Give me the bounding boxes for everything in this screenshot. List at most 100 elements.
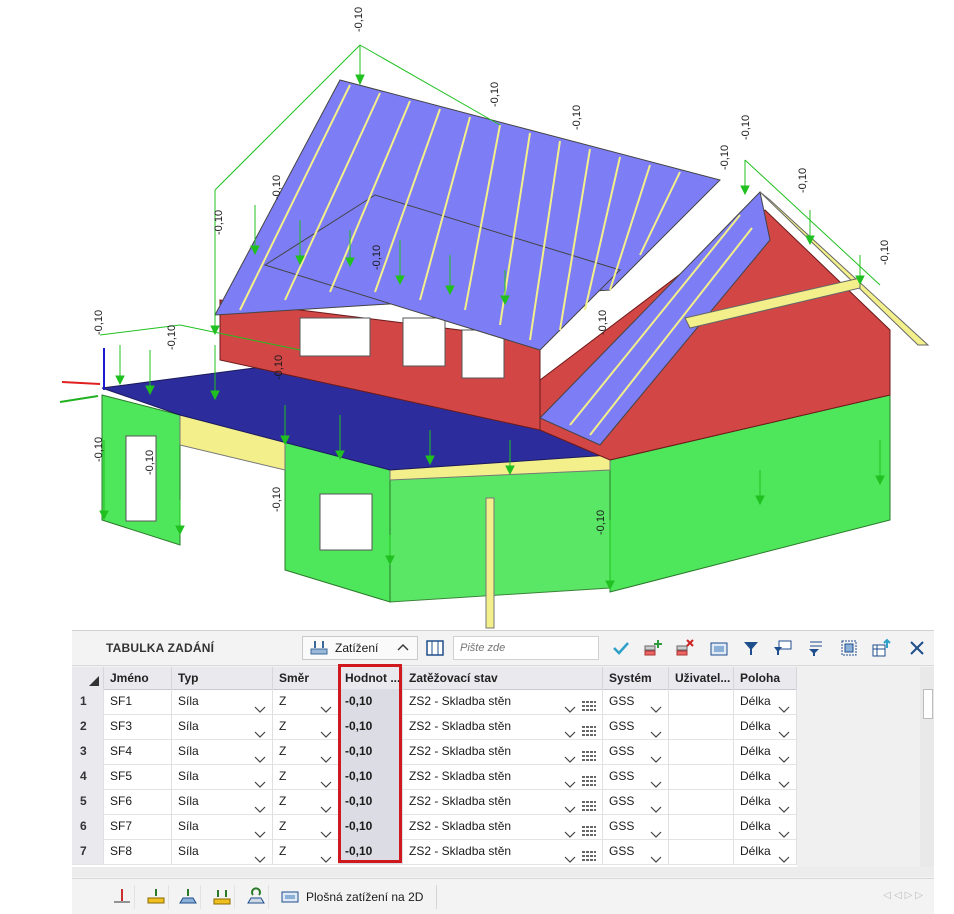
table-row[interactable]: 2 SF3 Síla Z -0,10 ZS2 - Skladba stěn GSS Délka: [72, 714, 797, 740]
delete-row-icon[interactable]: [674, 637, 696, 659]
cell-type[interactable]: Síla: [172, 714, 273, 739]
table-row[interactable]: 1 SF1 Síla Z -0,10 ZS2 - Skladba stěn GSS Délka: [72, 689, 797, 715]
cell-name[interactable]: SF3: [104, 714, 172, 739]
load-case-list-icon[interactable]: [582, 846, 596, 864]
chevron-down-icon[interactable]: [778, 748, 790, 764]
table-row[interactable]: 6 SF7 Síla Z -0,10 ZS2 - Skladba stěn GSS Délka: [72, 814, 797, 840]
chevron-down-icon[interactable]: [564, 723, 576, 739]
chevron-down-icon[interactable]: [778, 848, 790, 864]
cell-load-case[interactable]: ZS2 - Skladba stěn: [403, 789, 603, 814]
cell-name[interactable]: SF6: [104, 789, 172, 814]
chevron-down-icon[interactable]: [254, 848, 266, 864]
cell-load-case[interactable]: ZS2 - Skladba stěn: [403, 739, 603, 764]
chevron-down-icon[interactable]: [564, 823, 576, 839]
cell-direction[interactable]: Z: [273, 839, 339, 864]
cell-type[interactable]: Síla: [172, 689, 273, 714]
cell-position[interactable]: Délka: [734, 814, 797, 839]
cell-load-case[interactable]: ZS2 - Skladba stěn: [403, 839, 603, 864]
chevron-down-icon[interactable]: [778, 773, 790, 789]
cell-position[interactable]: Délka: [734, 714, 797, 739]
surface-load-icon[interactable]: [176, 885, 201, 909]
chevron-down-icon[interactable]: [564, 698, 576, 714]
chevron-down-icon[interactable]: [320, 723, 332, 739]
col-header-load-case[interactable]: Zatěžovací stav: [403, 667, 603, 689]
line-load-icon[interactable]: [144, 885, 169, 909]
surface-loads-to-2d-button[interactable]: Plošná zatížení na 2D: [280, 885, 437, 909]
chevron-down-icon[interactable]: [564, 748, 576, 764]
cell-name[interactable]: SF7: [104, 814, 172, 839]
page-nav-icon[interactable]: ◁◁▷▷: [883, 890, 926, 901]
cell-name[interactable]: SF4: [104, 739, 172, 764]
cell-direction[interactable]: Z: [273, 814, 339, 839]
add-row-icon[interactable]: [642, 637, 664, 659]
cell-direction[interactable]: Z: [273, 789, 339, 814]
cell-system[interactable]: GSS: [603, 789, 669, 814]
cell-load-case[interactable]: ZS2 - Skladba stěn: [403, 689, 603, 714]
chevron-down-icon[interactable]: [778, 723, 790, 739]
table-row[interactable]: 5 SF6 Síla Z -0,10 ZS2 - Skladba stěn GSS Délka: [72, 789, 797, 815]
check-icon[interactable]: [610, 637, 632, 659]
cell-type[interactable]: Síla: [172, 839, 273, 864]
col-header-position[interactable]: Poloha: [734, 667, 797, 689]
cell-type[interactable]: Síla: [172, 814, 273, 839]
chevron-down-icon[interactable]: [254, 823, 266, 839]
chevron-down-icon[interactable]: [650, 798, 662, 814]
cell-type[interactable]: Síla: [172, 764, 273, 789]
cell-type[interactable]: Síla: [172, 739, 273, 764]
load-case-list-icon[interactable]: [582, 771, 596, 789]
cell-system[interactable]: GSS: [603, 814, 669, 839]
model-viewport[interactable]: -0,10 -0,10 -0,10 -0,10 -0,10 -0,10 -0,1…: [0, 0, 954, 630]
cell-user[interactable]: [669, 714, 734, 739]
load-type-dropdown[interactable]: Zatížení: [302, 636, 418, 660]
chevron-down-icon[interactable]: [254, 698, 266, 714]
chevron-down-icon[interactable]: [320, 773, 332, 789]
load-case-list-icon[interactable]: [582, 821, 596, 839]
cell-system[interactable]: GSS: [603, 714, 669, 739]
filter-comment-icon[interactable]: [772, 637, 794, 659]
load-case-list-icon[interactable]: [582, 721, 596, 739]
load-case-list-icon[interactable]: [582, 696, 596, 714]
cell-type[interactable]: Síla: [172, 789, 273, 814]
sort-filter-icon[interactable]: [804, 637, 826, 659]
columns-icon[interactable]: [424, 637, 446, 659]
cell-system[interactable]: GSS: [603, 739, 669, 764]
chevron-down-icon[interactable]: [650, 723, 662, 739]
col-header-name[interactable]: Jméno: [104, 667, 172, 689]
chevron-down-icon[interactable]: [564, 798, 576, 814]
chevron-down-icon[interactable]: [254, 748, 266, 764]
chevron-down-icon[interactable]: [254, 773, 266, 789]
cell-user[interactable]: [669, 789, 734, 814]
col-header-user[interactable]: Uživatel...: [669, 667, 734, 689]
chevron-down-icon[interactable]: [254, 723, 266, 739]
col-header-type[interactable]: Typ: [172, 667, 273, 689]
cell-user[interactable]: [669, 839, 734, 864]
library-icon[interactable]: [708, 637, 730, 659]
cell-name[interactable]: SF5: [104, 764, 172, 789]
cell-position[interactable]: Délka: [734, 764, 797, 789]
chevron-down-icon[interactable]: [320, 798, 332, 814]
cell-user[interactable]: [669, 814, 734, 839]
chevron-down-icon[interactable]: [320, 698, 332, 714]
chevron-down-icon[interactable]: [778, 798, 790, 814]
corner-cell[interactable]: [72, 667, 104, 689]
cell-system[interactable]: GSS: [603, 764, 669, 789]
horizontal-scrollbar[interactable]: [72, 867, 934, 877]
col-header-direction[interactable]: Směr: [273, 667, 339, 689]
cell-load-case[interactable]: ZS2 - Skladba stěn: [403, 764, 603, 789]
cell-system[interactable]: GSS: [603, 689, 669, 714]
cell-direction[interactable]: Z: [273, 714, 339, 739]
export-icon[interactable]: [870, 637, 892, 659]
table-row[interactable]: 4 SF5 Síla Z -0,10 ZS2 - Skladba stěn GSS Délka: [72, 764, 797, 790]
point-load-icon[interactable]: [110, 885, 135, 909]
chevron-down-icon[interactable]: [778, 698, 790, 714]
close-icon[interactable]: [906, 637, 928, 659]
cell-name[interactable]: SF8: [104, 839, 172, 864]
cell-position[interactable]: Délka: [734, 739, 797, 764]
cell-position[interactable]: Délka: [734, 839, 797, 864]
chevron-down-icon[interactable]: [564, 848, 576, 864]
search-input[interactable]: [453, 636, 599, 660]
chevron-down-icon[interactable]: [650, 848, 662, 864]
cell-user[interactable]: [669, 689, 734, 714]
load-case-list-icon[interactable]: [582, 746, 596, 764]
chevron-down-icon[interactable]: [320, 848, 332, 864]
